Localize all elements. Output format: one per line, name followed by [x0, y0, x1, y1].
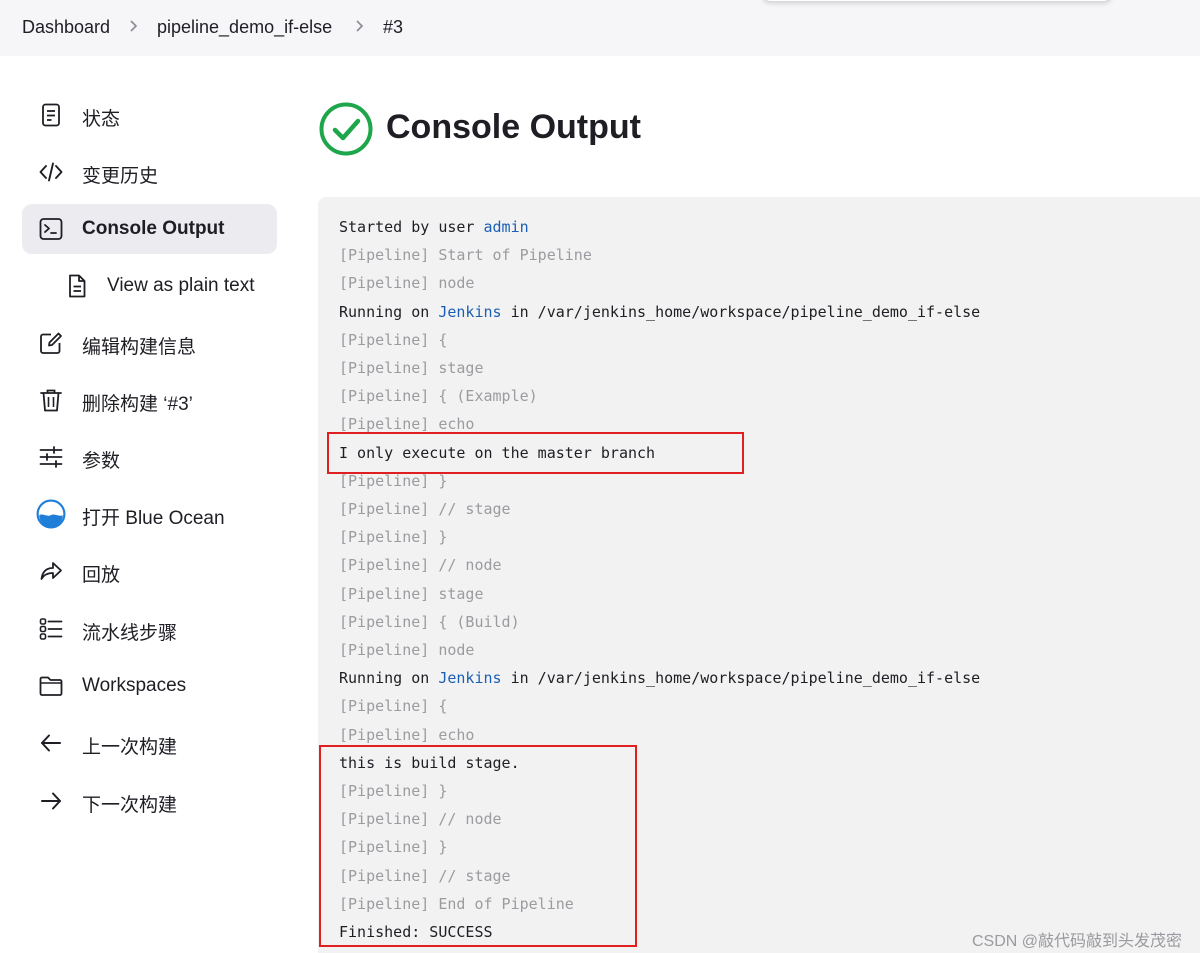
breadcrumb-bar: Dashboard pipeline_demo_if-else #3: [0, 0, 1200, 56]
sidebar-item-replay[interactable]: 回放: [22, 546, 277, 596]
sidebar-item-label: Console Output: [82, 218, 225, 239]
sidebar-item-label: 上一次构建: [82, 737, 178, 758]
console-line-text: [Pipeline] }: [339, 471, 448, 490]
watermark: CSDN @敲代码敲到头发茂密: [972, 933, 1183, 950]
console-line: [Pipeline] node: [339, 639, 474, 667]
sidebar-item-changes[interactable]: 变更历史: [22, 147, 277, 197]
sidebar-item-edit-build-info[interactable]: 编辑构建信息: [22, 318, 277, 368]
breadcrumb-separator: [128, 16, 140, 41]
sidebar-item-label: 回放: [82, 565, 121, 586]
chevron-right-icon: [130, 20, 138, 32]
console-line-text: [Pipeline] echo: [339, 725, 475, 744]
console-line-text: Running on: [339, 302, 439, 321]
breadcrumb-build[interactable]: #3: [383, 17, 403, 38]
highlight-annotation-box: [327, 432, 744, 474]
breadcrumb-dashboard[interactable]: Dashboard: [22, 17, 110, 38]
console-line: [Pipeline] { (Example): [339, 385, 538, 413]
console-line-text: [Pipeline] { (Example): [339, 387, 538, 406]
console-line-text: Running on: [339, 669, 439, 688]
code-icon: [39, 162, 63, 182]
console-line: [Pipeline] { (Build): [339, 611, 520, 639]
console-line: [Pipeline] Start of Pipeline: [339, 244, 592, 272]
sidebar-item-console-output[interactable]: Console Output: [22, 204, 277, 254]
console-line-text: [Pipeline] // node: [339, 556, 502, 575]
console-line-text: [Pipeline] // stage: [339, 500, 511, 518]
sidebar-item-label: 变更历史: [82, 166, 159, 187]
console-link[interactable]: Jenkins: [438, 669, 501, 687]
arrow-left-icon: [41, 734, 61, 752]
sidebar-item-label: 编辑构建信息: [82, 337, 197, 358]
console-line: Running on Jenkins in /var/jenkins_home/…: [339, 667, 980, 695]
sidebar-item-parameters[interactable]: 参数: [22, 432, 277, 482]
highlight-annotation-box: [319, 745, 637, 947]
sidebar-item-label: 打开 Blue Ocean: [82, 508, 225, 529]
console-line: Started by user admin: [339, 216, 529, 244]
chevron-right-icon: [356, 20, 364, 32]
sidebar-item-label: 删除构建 ‘#3’: [82, 394, 193, 415]
sidebar-item-blue-ocean[interactable]: 打开 Blue Ocean: [22, 489, 277, 539]
console-line: Running on Jenkins in /var/jenkins_home/…: [339, 301, 980, 329]
console-line-text: [Pipeline] node: [339, 274, 475, 293]
console-line-text: in /var/jenkins_home/workspace/pipeline_…: [501, 669, 981, 688]
list-icon: [39, 618, 63, 640]
page-title: Console Output: [386, 108, 641, 146]
sidebar-item-label: 下一次构建: [82, 795, 178, 816]
console-line: [Pipeline] stage: [339, 583, 484, 611]
console-line-text: [Pipeline] node: [339, 641, 475, 659]
success-check-icon: [319, 102, 373, 156]
console-line: [Pipeline] node: [339, 272, 474, 300]
console-line-text: [Pipeline] {: [339, 330, 448, 349]
sidebar-item-previous-build[interactable]: 上一次构建: [22, 718, 277, 768]
console-line-text: Started by user: [339, 218, 484, 236]
file-text-icon: [69, 274, 86, 298]
arrow-right-icon: [41, 792, 61, 810]
console-line: [Pipeline] // node: [339, 554, 502, 582]
breadcrumb-job[interactable]: pipeline_demo_if-else: [157, 17, 332, 38]
sidebar-item-workspaces[interactable]: Workspaces: [22, 661, 277, 711]
console-line: [Pipeline] // stage: [339, 498, 511, 526]
console-line: [Pipeline] {: [339, 329, 447, 357]
console-line-text: [Pipeline] Start of Pipeline: [339, 246, 592, 265]
sidebar-item-label: Workspaces: [82, 675, 187, 696]
trash-icon: [40, 389, 62, 412]
breadcrumb-separator: [354, 16, 366, 41]
console-link[interactable]: Jenkins: [438, 303, 501, 321]
dropdown-panel-edge: [762, 0, 1112, 2]
sidebar-item-label: 状态: [82, 109, 121, 130]
console-line-text: [Pipeline] stage: [339, 584, 484, 603]
console-line-text: [Pipeline] {: [339, 697, 448, 716]
sliders-icon: [39, 446, 63, 468]
console-line-text: [Pipeline] echo: [339, 415, 475, 434]
sidebar-item-delete-build[interactable]: 删除构建 ‘#3’: [22, 375, 277, 425]
sidebar-item-next-build[interactable]: 下一次构建: [22, 776, 277, 826]
console-output-panel: Started by user admin [Pipeline] Start of…: [318, 197, 1200, 953]
sidebar-item-label: 参数: [82, 451, 121, 472]
console-line-text: in /var/jenkins_home/workspace/pipeline_…: [501, 302, 981, 321]
edit-icon: [40, 332, 62, 354]
console-line-text: [Pipeline] { (Build): [339, 612, 520, 631]
sidebar-item-status[interactable]: 状态: [22, 90, 277, 140]
document-icon: [42, 103, 60, 127]
console-line: [Pipeline] stage: [339, 357, 484, 385]
sidebar-item-plain-text[interactable]: View as plain text: [22, 261, 277, 311]
console-line: [Pipeline] {: [339, 695, 447, 723]
console-line-text: [Pipeline] }: [339, 528, 448, 547]
sidebar-item-label: View as plain text: [107, 275, 255, 296]
folder-icon: [39, 676, 63, 696]
console-line-text: [Pipeline] stage: [339, 359, 484, 377]
terminal-icon: [39, 218, 63, 240]
console-link[interactable]: admin: [484, 218, 529, 236]
sidebar-item-label: 流水线步骤: [82, 623, 178, 644]
blue-ocean-icon: [36, 499, 66, 529]
console-line: [Pipeline] }: [339, 526, 447, 554]
replay-icon: [40, 562, 62, 580]
sidebar-item-pipeline-steps[interactable]: 流水线步骤: [22, 604, 277, 654]
